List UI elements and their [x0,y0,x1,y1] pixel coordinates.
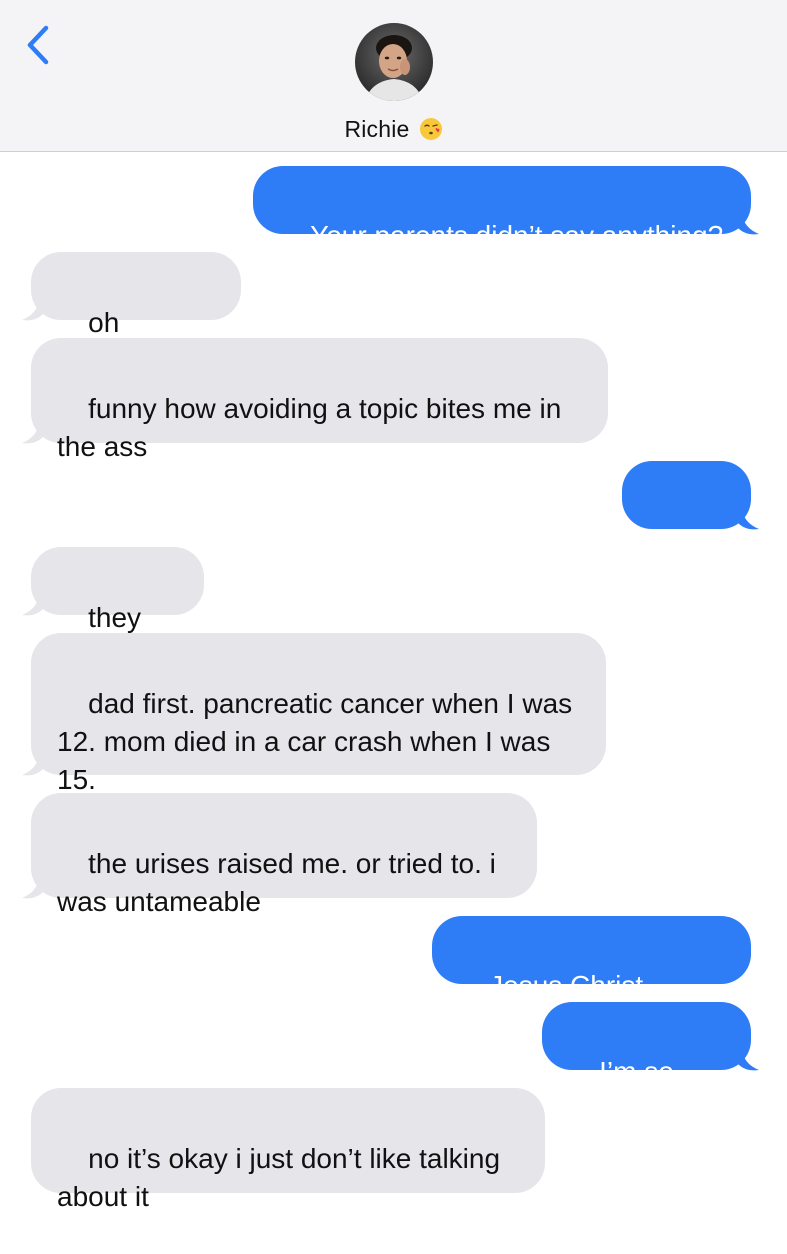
outgoing-message[interactable]: I’m so sorry. [542,1002,751,1125]
incoming-message[interactable]: funny how avoiding a topic bites me in t… [31,338,608,462]
kissing-face-emoji-icon [419,117,443,141]
chevron-left-icon [27,25,49,65]
bubble-tail [22,423,43,444]
bubble-tail [738,1050,759,1071]
incoming-message[interactable]: no it’s okay i just don’t like talking a… [31,1088,545,1212]
message-text: I’m so sorry. [568,1056,682,1125]
message-text: funny how avoiding a topic bites me in t… [57,393,570,462]
message-thread: Your parents didn’t say anything? oh awk… [0,152,787,1212]
bubble-tail [738,214,759,235]
contact-avatar[interactable] [355,23,433,101]
bubble-tail [22,595,43,616]
incoming-message[interactable]: oh awkward [31,252,241,376]
bubble-tail [22,755,43,776]
incoming-message[interactable]: they died [31,547,204,671]
outgoing-message[interactable]: Your parents didn’t say anything? [253,166,751,251]
outgoing-message[interactable]: What? [622,461,751,584]
bubble-tail [22,878,43,899]
outgoing-message[interactable]: Jesus Christ, Richie. [432,916,751,1039]
incoming-message[interactable]: the urises raised me. or tried to. i was… [31,793,537,917]
back-button[interactable] [20,22,60,68]
avatar-photo [355,23,433,101]
incoming-message[interactable]: dad first. pancreatic cancer when I was … [31,633,606,795]
message-text: no it’s okay i just don’t like talking a… [57,1143,508,1212]
bubble-tail [22,300,43,321]
conversation-header: Richie [0,0,787,152]
contact-title-row[interactable]: Richie [0,112,787,146]
message-text: dad first. pancreatic cancer when I was … [57,688,580,795]
message-text: What? [648,553,729,584]
message-text: Your parents didn’t say anything? [310,220,724,251]
contact-name: Richie [344,115,410,142]
bubble-tail [738,509,759,530]
message-text: the urises raised me. or tried to. i was… [57,848,504,917]
